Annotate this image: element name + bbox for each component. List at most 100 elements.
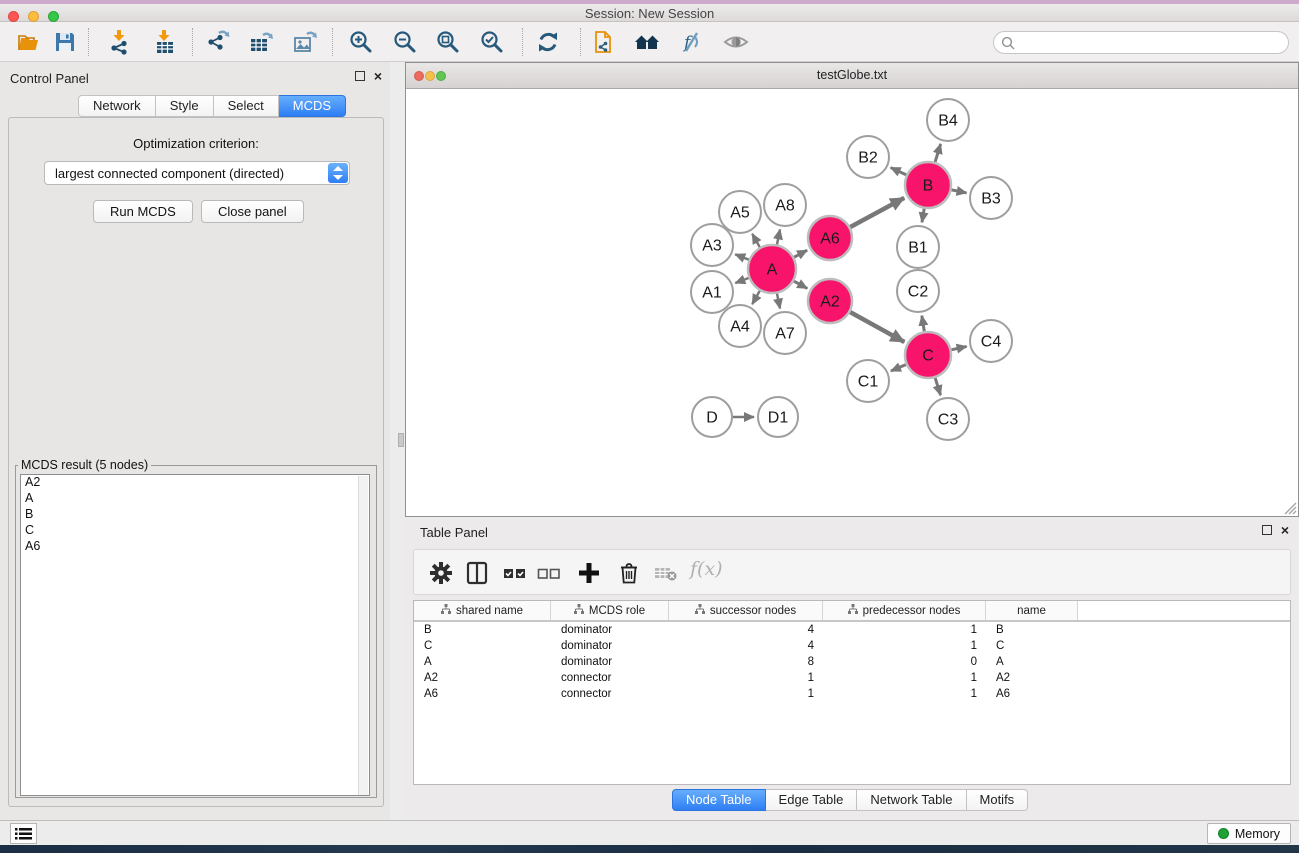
node-C2[interactable]: C2 xyxy=(897,270,939,312)
delete-column-icon[interactable] xyxy=(616,560,642,586)
table-cell: dominator xyxy=(551,638,669,654)
table-cell: C xyxy=(414,638,551,654)
edge-A2-C[interactable] xyxy=(848,311,905,342)
table-toolbar: f(x) xyxy=(413,549,1291,595)
node-B2[interactable]: B2 xyxy=(847,136,889,178)
column-header-name[interactable]: name xyxy=(986,601,1078,620)
save-session-icon[interactable] xyxy=(52,29,78,55)
node-B[interactable]: B xyxy=(905,162,951,208)
criterion-dropdown[interactable]: largest connected component (directed) xyxy=(44,161,350,185)
network-canvas[interactable]: A A1 A2 A3 A4 A5 A6 A7 A8 B B1 B2 B3B4 C C1 C2 C3C4 D D1 xyxy=(406,89,1298,516)
float-panel-icon[interactable] xyxy=(355,71,365,81)
column-header-predecessor-nodes[interactable]: predecessor nodes xyxy=(823,601,986,620)
table-cell: 1 xyxy=(669,686,823,702)
search-input[interactable] xyxy=(1020,33,1280,52)
network-window-titlebar[interactable]: testGlobe.txt xyxy=(406,63,1298,89)
float-table-panel-icon[interactable] xyxy=(1262,525,1272,535)
resize-grip-icon[interactable] xyxy=(1282,500,1297,515)
node-A5[interactable]: A5 xyxy=(719,191,761,233)
table-row[interactable]: A2connector11A2 xyxy=(414,670,1290,686)
mcds-result-item[interactable]: A2 xyxy=(21,475,369,491)
task-history-button[interactable] xyxy=(10,823,37,844)
export-table-icon[interactable] xyxy=(248,29,274,55)
search-field[interactable] xyxy=(993,31,1289,54)
optimization-criterion-label: Optimization criterion: xyxy=(9,136,383,151)
memory-button[interactable]: Memory xyxy=(1207,823,1291,844)
node-A1[interactable]: A1 xyxy=(691,271,733,313)
node-A4[interactable]: A4 xyxy=(719,305,761,347)
tab-edge-table[interactable]: Edge Table xyxy=(766,789,858,811)
table-panel-tabs: Node Table Edge Table Network Table Moti… xyxy=(672,789,1028,811)
mcds-result-item[interactable]: C xyxy=(21,523,369,539)
node-C3[interactable]: C3 xyxy=(927,398,969,440)
column-header-shared-name[interactable]: shared name xyxy=(414,601,551,620)
network-graph[interactable]: A A1 A2 A3 A4 A5 A6 A7 A8 B B1 B2 B3B4 C C1 C2 C3C4 D D1 xyxy=(406,89,1298,516)
delete-table-icon[interactable] xyxy=(652,560,678,586)
columns-icon[interactable] xyxy=(464,560,490,586)
zoom-fit-icon[interactable] xyxy=(435,29,461,55)
mcds-result-item[interactable]: A6 xyxy=(21,539,369,555)
node-A7[interactable]: A7 xyxy=(764,312,806,354)
export-network-icon[interactable] xyxy=(205,29,231,55)
close-table-panel-icon[interactable]: × xyxy=(1281,525,1289,535)
export-image-icon[interactable] xyxy=(292,29,318,55)
import-table-icon[interactable] xyxy=(152,29,178,55)
node-A[interactable]: A xyxy=(748,245,796,293)
node-B3[interactable]: B3 xyxy=(970,177,1012,219)
node-B1[interactable]: B1 xyxy=(897,226,939,268)
eye-icon[interactable] xyxy=(723,29,749,55)
function-hide-icon[interactable]: f xyxy=(678,29,704,55)
node-C4[interactable]: C4 xyxy=(970,320,1012,362)
tab-network-table[interactable]: Network Table xyxy=(857,789,966,811)
tab-mcds[interactable]: MCDS xyxy=(279,95,346,117)
add-column-icon[interactable] xyxy=(576,560,602,586)
node-A2[interactable]: A2 xyxy=(808,279,852,323)
toolbar-separator xyxy=(88,28,89,56)
column-header-MCDS-role[interactable]: MCDS role xyxy=(551,601,669,620)
svg-text:B2: B2 xyxy=(858,150,878,167)
node-C1[interactable]: C1 xyxy=(847,360,889,402)
tab-motifs[interactable]: Motifs xyxy=(967,789,1029,811)
table-cell: A2 xyxy=(414,670,551,686)
select-all-icon[interactable] xyxy=(502,560,528,586)
refresh-icon[interactable] xyxy=(535,29,561,55)
desktop-vertical-scroll-thumb[interactable] xyxy=(398,433,404,447)
node-B4[interactable]: B4 xyxy=(927,99,969,141)
deselect-all-icon[interactable] xyxy=(536,560,562,586)
import-network-icon[interactable] xyxy=(107,29,133,55)
open-file-icon[interactable] xyxy=(16,29,42,55)
list-scrollbar[interactable] xyxy=(358,476,368,796)
function-builder-icon[interactable]: f(x) xyxy=(690,558,723,580)
node-D[interactable]: D xyxy=(692,397,732,437)
close-panel-icon[interactable]: × xyxy=(374,71,382,81)
node-A8[interactable]: A8 xyxy=(764,184,806,226)
tab-select[interactable]: Select xyxy=(214,95,279,117)
node-A3[interactable]: A3 xyxy=(691,224,733,266)
table-row[interactable]: Adominator80A xyxy=(414,654,1290,670)
table-row[interactable]: Bdominator41B xyxy=(414,622,1290,638)
home-layout-icon[interactable] xyxy=(634,29,660,55)
zoom-selected-icon[interactable] xyxy=(479,29,505,55)
node-A6[interactable]: A6 xyxy=(808,216,852,260)
network-snapshot-icon[interactable] xyxy=(592,29,618,55)
zoom-in-icon[interactable] xyxy=(348,29,374,55)
zoom-out-icon[interactable] xyxy=(392,29,418,55)
mcds-result-item[interactable]: A xyxy=(21,491,369,507)
desktop-background-strip xyxy=(0,845,1299,853)
tab-style[interactable]: Style xyxy=(156,95,214,117)
run-mcds-button[interactable]: Run MCDS xyxy=(93,200,193,223)
mcds-result-list[interactable]: A2ABCA6 xyxy=(20,474,370,796)
table-row[interactable]: Cdominator41C xyxy=(414,638,1290,654)
close-panel-button[interactable]: Close panel xyxy=(201,200,304,223)
table-row[interactable]: A6connector11A6 xyxy=(414,686,1290,702)
svg-text:A3: A3 xyxy=(702,238,722,255)
tab-node-table[interactable]: Node Table xyxy=(672,789,766,811)
column-header-successor-nodes[interactable]: successor nodes xyxy=(669,601,823,620)
tab-network[interactable]: Network xyxy=(78,95,156,117)
edge-B-B4[interactable] xyxy=(934,144,940,165)
node-C[interactable]: C xyxy=(905,332,951,378)
node-D1[interactable]: D1 xyxy=(758,397,798,437)
gear-icon[interactable] xyxy=(428,560,454,586)
mcds-result-item[interactable]: B xyxy=(21,507,369,523)
edge-A6-B[interactable] xyxy=(848,198,905,229)
